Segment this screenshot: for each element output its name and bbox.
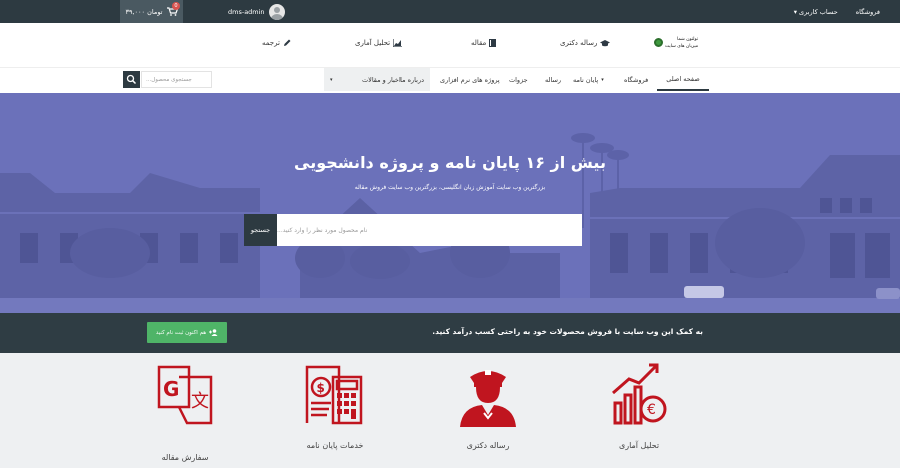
service-thesis[interactable]: $ خدمات پایان نامه: [275, 363, 395, 468]
top-links: فروشگاه حساب کاربری ▾: [794, 0, 880, 23]
invoice-calculator-icon: $: [305, 365, 363, 425]
nav-news-label: اخبار و مقالات: [362, 75, 401, 84]
nav-dissertation-label: رساله: [545, 75, 562, 84]
nav-software-projects-label: پروژه های نرم افزاری: [440, 75, 500, 84]
chevron-down-icon: ▾: [330, 76, 333, 83]
nav-home[interactable]: صفحه اصلی: [657, 68, 709, 91]
site-header: تولتون شما میزبان های سایت رساله دکتری م…: [0, 23, 900, 67]
translate-icon: G 文: [157, 365, 213, 425]
service-doctoral-label: رساله دکتری: [466, 441, 510, 450]
header-link-translation-label: ترجمه: [262, 39, 280, 47]
pencil-icon: [283, 39, 291, 46]
register-button[interactable]: هم اکنون ثبت نام کنید: [147, 322, 227, 343]
nav-booklets[interactable]: جزوات: [509, 68, 528, 91]
header-link-doctoral[interactable]: رساله دکتری: [560, 39, 611, 47]
officer-icon: [460, 370, 516, 427]
avatar: [268, 3, 285, 20]
nav-shop[interactable]: فروشگاه: [624, 68, 648, 91]
hero-search-button[interactable]: جستجو: [244, 214, 277, 246]
header-link-doctoral-label: رساله دکتری: [560, 39, 598, 47]
nav-dissertation[interactable]: رساله: [545, 68, 561, 91]
nav-thesis-label: پایان نامه: [573, 75, 599, 84]
service-thesis-label: خدمات پایان نامه: [306, 441, 364, 450]
header-link-article-label: مقاله: [471, 39, 487, 47]
svg-text:$: $: [317, 381, 325, 395]
hero-search-input[interactable]: نام محصول مورد نظر را وارد کنید...: [277, 214, 582, 246]
nav-about-label: درباره ما: [400, 75, 424, 84]
user-menu[interactable]: dms-admin: [228, 2, 285, 21]
top-bar: ۳۹,۰۰۰ تومان 0 dms-admin فروشگاه حساب کا…: [0, 0, 900, 23]
account-label: حساب کاربری: [799, 7, 838, 16]
svg-text:文: 文: [191, 391, 209, 412]
search-icon: [126, 74, 137, 85]
logo-mark-icon: [654, 38, 663, 47]
cart-count-badge: 0: [172, 2, 180, 10]
nav-booklets-label: جزوات: [509, 75, 528, 84]
cta-strip: به کمک این وب سایت با فروش محصولات خود ب…: [0, 313, 900, 353]
header-link-stats[interactable]: تحلیل آماری: [355, 39, 403, 47]
user-plus-icon: [209, 329, 218, 336]
header-link-translation[interactable]: ترجمه: [262, 39, 291, 47]
cart-total: ۳۹,۰۰۰ تومان: [125, 7, 163, 16]
account-menu[interactable]: حساب کاربری ▾: [794, 8, 838, 16]
service-article[interactable]: G 文 سفارش مقاله: [125, 363, 245, 468]
svg-text:€: €: [647, 402, 656, 418]
nav-thesis[interactable]: ▾ پایان نامه: [573, 68, 604, 91]
hero-subtitle: بزرگترین وب سایت آموزش زبان انگلیسی، بزر…: [354, 184, 546, 191]
nav-home-label: صفحه اصلی: [666, 74, 700, 83]
services-section: € تحلیل آماری رساله دکتری $ خدمات پایان …: [0, 353, 900, 468]
nav-search-button[interactable]: [123, 71, 140, 88]
chart-area-icon: [393, 39, 403, 47]
hero-banner: بیش از ۱۶ پایان نامه و پروژه دانشجویی بز…: [0, 93, 900, 313]
campus-background-image: [0, 93, 900, 313]
nav-shop-label: فروشگاه: [624, 75, 649, 84]
hero-search-bar: جستجو نام محصول مورد نظر را وارد کنید...: [244, 214, 582, 246]
logo-text: تولتون شما میزبان های سایت: [665, 36, 698, 50]
header-link-article[interactable]: مقاله: [471, 39, 497, 47]
register-button-label: هم اکنون ثبت نام کنید: [155, 329, 207, 336]
chevron-down-icon: ▾: [601, 76, 604, 83]
service-stats-label: تحلیل آماری: [618, 441, 660, 450]
main-nav: جستجوی محصول... درباره ما ▾ اخبار و مقال…: [0, 67, 900, 93]
username: dms-admin: [228, 7, 265, 16]
graduation-cap-icon: [600, 39, 611, 46]
svg-text:G: G: [163, 377, 179, 401]
service-article-label: سفارش مقاله: [161, 453, 209, 462]
hero-title: بیش از ۱۶ پایان نامه و پروژه دانشجویی: [294, 153, 606, 172]
nav-news[interactable]: اخبار و مقالات: [362, 68, 401, 91]
site-logo[interactable]: تولتون شما میزبان های سایت: [648, 30, 698, 60]
nav-software-projects[interactable]: پروژه های نرم افزاری: [440, 68, 500, 91]
chart-growth-icon: €: [612, 363, 667, 425]
nav-search-input[interactable]: جستجوی محصول...: [141, 71, 212, 88]
logo-line-1: تولتون شما: [677, 37, 699, 42]
header-link-stats-label: تحلیل آماری: [355, 39, 391, 47]
book-icon: [489, 39, 497, 47]
service-doctoral[interactable]: رساله دکتری: [428, 363, 548, 468]
logo-line-2: میزبان های سایت: [665, 44, 699, 49]
cta-text: به کمک این وب سایت با فروش محصولات خود ب…: [432, 327, 703, 336]
shop-link[interactable]: فروشگاه: [856, 8, 880, 16]
chevron-down-icon: ▾: [793, 7, 797, 16]
service-stats[interactable]: € تحلیل آماری: [579, 363, 699, 468]
